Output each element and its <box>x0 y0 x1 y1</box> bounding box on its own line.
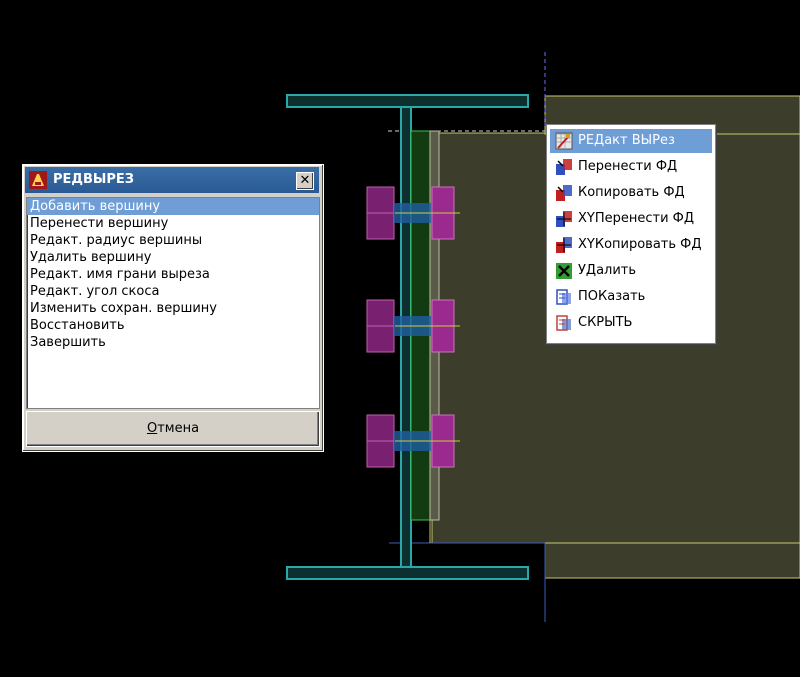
list-item-edit-bevel-angle[interactable]: Редакт. угол скоса <box>27 283 319 300</box>
list-item-add-vertex[interactable]: Добавить вершину <box>27 198 319 215</box>
cancel-accelerator: О <box>146 421 158 436</box>
dialog-titlebar[interactable]: РЕДВЫРЕЗ ✕ <box>25 167 319 193</box>
list-item-restore[interactable]: Восстановить <box>27 317 319 334</box>
list-item-delete-vertex[interactable]: Удалить вершину <box>27 249 319 266</box>
menu-item-xy-move[interactable]: XYПеренести ФД <box>550 207 712 231</box>
menu-item-xy-copy[interactable]: XYКопировать ФД <box>550 233 712 257</box>
menu-item-label: УДалить <box>578 263 637 278</box>
menu-item-label: СКРЫТЬ <box>578 315 633 330</box>
list-item-edit-radius[interactable]: Редакт. радиус вершины <box>27 232 319 249</box>
list-item-edit-edge-name[interactable]: Редакт. имя грани выреза <box>27 266 319 283</box>
menu-item-label: РЕДакт ВЫРез <box>578 133 675 148</box>
menu-item-label: Копировать ФД <box>578 185 685 200</box>
show-icon <box>556 289 571 305</box>
menu-item-label: XYПеренести ФД <box>578 211 695 226</box>
menu-item-copy[interactable]: Копировать ФД <box>550 181 712 205</box>
list-item-change-saved-vertex[interactable]: Изменить сохран. вершину <box>27 300 319 317</box>
menu-item-move[interactable]: Перенести ФД <box>550 155 712 179</box>
edit-cut-icon <box>555 132 573 150</box>
command-listbox[interactable]: Добавить вершину Перенести вершину Редак… <box>26 197 320 409</box>
menu-item-show[interactable]: ПОКазать <box>550 285 712 309</box>
menu-item-delete[interactable]: УДалить <box>550 259 712 283</box>
menu-item-label: ПОКазать <box>578 289 646 304</box>
menu-item-edit-cut[interactable]: РЕДакт ВЫРез <box>550 129 712 153</box>
move-icon <box>556 159 572 175</box>
xy-move-icon <box>556 211 572 227</box>
menu-item-label: Перенести ФД <box>578 159 678 174</box>
cancel-button[interactable]: Отмена <box>26 411 320 447</box>
context-menu: РЕДакт ВЫРез Перенести ФД Копировать ФД … <box>546 124 716 344</box>
delete-icon <box>556 263 572 279</box>
list-item-move-vertex[interactable]: Перенести вершину <box>27 215 319 232</box>
cut-edit-dialog: РЕДВЫРЕЗ ✕ Добавить вершину Перенести ве… <box>22 164 324 452</box>
menu-item-hide[interactable]: СКРЫТЬ <box>550 311 712 335</box>
app-icon <box>29 171 47 189</box>
list-item-finish[interactable]: Завершить <box>27 334 319 351</box>
dialog-title: РЕДВЫРЕЗ <box>53 172 135 187</box>
copy-icon <box>556 185 572 201</box>
hide-icon <box>556 315 571 331</box>
cancel-label: тмена <box>157 421 200 436</box>
menu-item-label: XYКопировать ФД <box>578 237 702 252</box>
close-button[interactable]: ✕ <box>296 172 314 190</box>
xy-copy-icon <box>556 237 572 253</box>
